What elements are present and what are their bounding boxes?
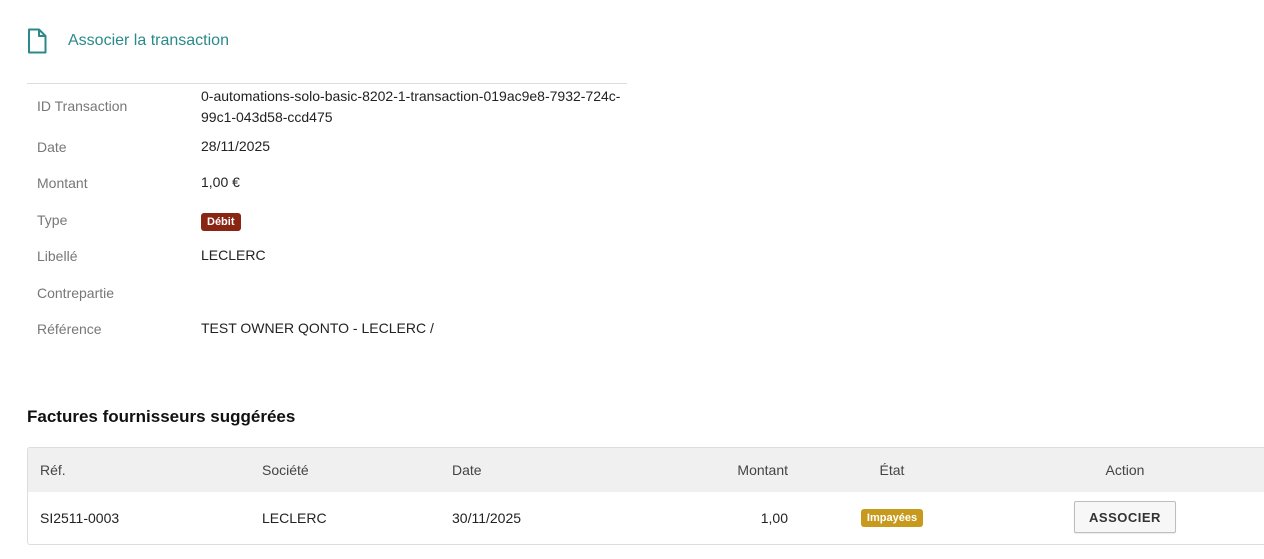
detail-label: Libellé: [37, 248, 78, 264]
page-header: Associer la transaction: [27, 28, 229, 54]
transaction-id-value: 0-automations-solo-basic-8202-1-transact…: [201, 88, 621, 125]
detail-label: ID Transaction: [37, 98, 128, 114]
column-header-etat: État: [879, 462, 905, 478]
detail-label: Contrepartie: [37, 285, 115, 301]
type-badge: Débit: [201, 213, 241, 231]
type-value: Débit: [201, 210, 621, 231]
row-societe: LECLERC: [262, 510, 327, 526]
detail-label: Date: [37, 139, 67, 155]
status-badge: Impayées: [860, 509, 924, 527]
header-divider: [27, 83, 627, 84]
column-header-ref: Réf.: [40, 462, 66, 478]
amount-value: 1,00 €: [201, 174, 240, 190]
detail-label: Montant: [37, 175, 88, 191]
document-icon: [28, 28, 47, 54]
table-row: SI2511-0003 LECLERC 30/11/2025 1,00 Impa…: [28, 492, 1264, 544]
date-value: 28/11/2025: [201, 138, 271, 154]
reference-value: TEST OWNER QONTO - LECLERC /: [201, 320, 434, 336]
row-date: 30/11/2025: [452, 510, 522, 526]
suggestions-title: Factures fournisseurs suggérées: [27, 407, 296, 426]
associer-button[interactable]: ASSOCIER: [1074, 501, 1176, 533]
column-header-date: Date: [452, 462, 482, 478]
detail-label: Référence: [37, 321, 102, 337]
row-ref: SI2511-0003: [40, 510, 120, 526]
table-header: Réf. Société Date Montant État Action: [28, 448, 1264, 492]
row-etat: Impayées: [840, 508, 944, 527]
detail-label: Type: [37, 212, 68, 228]
row-montant: 1,00: [760, 510, 788, 526]
column-header-action: Action: [1105, 462, 1145, 478]
page-title: Associer la transaction: [68, 32, 229, 49]
libelle-value: LECLERC: [201, 247, 266, 263]
column-header-societe: Société: [262, 462, 309, 478]
column-header-montant: Montant: [737, 462, 788, 478]
suggestions-table: Réf. Société Date Montant État Action SI…: [27, 447, 1264, 545]
